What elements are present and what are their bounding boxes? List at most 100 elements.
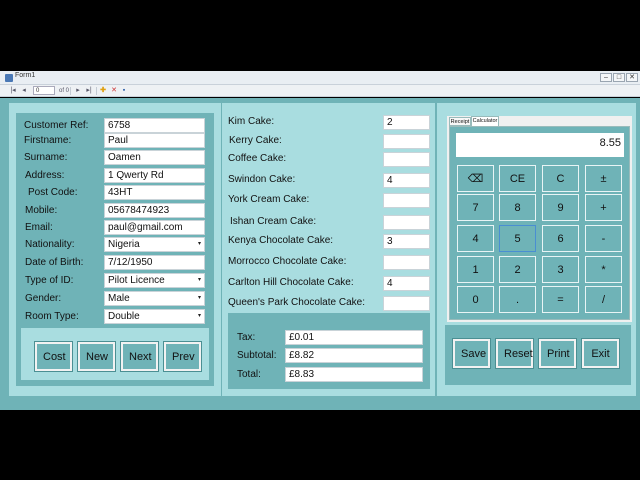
customer-field-input[interactable]: 05678474923 [104,203,205,218]
customer-field-value: paul@gmail.com [108,222,183,233]
customer-dropdown[interactable]: Double ▾ [104,309,205,324]
exit-button[interactable]: Exit [581,338,620,369]
total-value-field[interactable]: £8.83 [285,367,423,382]
minimize-button[interactable]: – [600,73,612,82]
move-first-icon[interactable]: |◂ [8,86,18,96]
customer-dropdown[interactable]: Nigeria ▾ [104,237,205,252]
cake-quantity-input[interactable]: 4 [383,173,430,188]
customer-field-label: Type of ID: [25,275,74,286]
customer-field-input[interactable]: paul@gmail.com [104,220,205,235]
customer-field-input[interactable]: 1 Qwerty Rd [104,168,205,183]
digit-8-key[interactable]: 8 [499,194,536,221]
total-label: Subtotal: [237,350,277,361]
cake-label: Morrocco Chocolate Cake: [228,256,347,267]
customer-field-input[interactable]: 6758 [104,118,205,133]
move-previous-icon[interactable]: ◂ [19,86,29,96]
add-new-icon[interactable]: ✚ [98,86,108,96]
customer-field-value: 1 Qwerty Rd [108,170,164,181]
digit-4-key[interactable]: 4 [457,225,494,252]
digit-2-key[interactable]: 2 [499,256,536,283]
customer-field-value: 43HT [108,187,133,198]
title-bar: Form1 – □ ✕ [0,71,640,85]
cake-quantity-input[interactable] [383,215,430,230]
chevron-down-icon[interactable]: ▾ [198,292,201,305]
sign-toggle-key[interactable]: ± [585,165,622,192]
customer-field-label: Firstname: [24,135,72,146]
count-label: of 0 [59,88,70,94]
cake-quantity-input[interactable] [383,152,430,167]
clear-key[interactable]: C [542,165,579,192]
prev-button[interactable]: Prev [163,341,202,372]
customer-field-input[interactable]: Oamen [104,150,205,165]
divide-key[interactable]: / [585,286,622,313]
customer-field-value: Pilot Licence [108,275,165,286]
delete-icon[interactable]: ✕ [109,86,119,96]
digit-0-key[interactable]: 0 [457,286,494,313]
customer-field-input[interactable]: 7/12/1950 [104,255,205,270]
position-input[interactable]: 0 [33,86,55,95]
customer-field-input[interactable]: Paul [104,133,205,148]
digit-6-key[interactable]: 6 [542,225,579,252]
cake-quantity-input[interactable]: 4 [383,276,430,291]
close-button[interactable]: ✕ [626,73,638,82]
chevron-down-icon[interactable]: ▾ [198,310,201,323]
cost-button[interactable]: Cost [34,341,73,372]
customer-field-input[interactable]: 43HT [104,185,205,200]
new-button[interactable]: New [77,341,116,372]
customer-field-label: Post Code: [28,187,78,198]
chevron-down-icon[interactable]: ▾ [198,274,201,287]
total-value-field[interactable]: £0.01 [285,330,423,345]
customer-field-value: Paul [108,135,129,146]
customer-dropdown[interactable]: Male ▾ [104,291,205,306]
cake-quantity-input[interactable] [383,296,430,311]
digit-3-key[interactable]: 3 [542,256,579,283]
digit-9-key[interactable]: 9 [542,194,579,221]
backspace-key[interactable]: ⌫ [457,165,494,192]
cake-quantity-input[interactable]: 3 [383,234,430,249]
customer-field-value: Nigeria [108,239,140,250]
clear-entry-key[interactable]: CE [499,165,536,192]
cake-label: York Cream Cake: [228,194,310,205]
tab-calculator[interactable]: Calculator [471,116,499,126]
digit-5-key[interactable]: 5 [499,225,536,252]
cake-label: Queen's Park Chocolate Cake: [228,297,365,308]
total-label: Total: [237,369,261,380]
customer-field-label: Date of Birth: [25,257,84,268]
total-label: Tax: [237,332,256,343]
maximize-button[interactable]: □ [613,73,625,82]
decimal-key[interactable]: . [499,286,536,313]
customer-field-value: Double [108,311,140,322]
customer-field-label: Email: [25,222,53,233]
cake-label: Carlton Hill Chocolate Cake: [228,277,354,288]
toolbar-separator [96,87,97,95]
move-last-icon[interactable]: ▸| [84,86,94,96]
customer-field-label: Gender: [25,293,62,304]
customer-field-label: Nationality: [25,239,75,250]
move-next-icon[interactable]: ▸ [73,86,83,96]
cake-quantity-input[interactable] [383,134,430,149]
calculator-display[interactable]: 8.55 [456,133,624,157]
save-button[interactable]: Save [452,338,491,369]
multiply-key[interactable]: * [585,256,622,283]
chevron-down-icon[interactable]: ▾ [198,238,201,251]
customer-field-value: 6758 [108,120,131,131]
save-disk-icon[interactable]: ▪ [119,86,129,96]
plus-key[interactable]: + [585,194,622,221]
digit-1-key[interactable]: 1 [457,256,494,283]
next-button[interactable]: Next [120,341,159,372]
equals-key[interactable]: = [542,286,579,313]
digit-7-key[interactable]: 7 [457,194,494,221]
customer-dropdown[interactable]: Pilot Licence ▾ [104,273,205,288]
tab-receipt[interactable]: Receipt [449,117,471,126]
customer-field-value: 7/12/1950 [108,257,153,268]
cake-quantity-input[interactable] [383,255,430,270]
minus-key[interactable]: - [585,225,622,252]
cake-quantity-input[interactable] [383,193,430,208]
cake-label: Kerry Cake: [229,135,282,146]
customer-field-label: Room Type: [25,311,79,322]
reset-button[interactable]: Reset [495,338,534,369]
cake-label: Swindon Cake: [228,174,296,185]
total-value-field[interactable]: £8.82 [285,348,423,363]
print-button[interactable]: Print [538,338,577,369]
cake-quantity-input[interactable]: 2 [383,115,430,130]
